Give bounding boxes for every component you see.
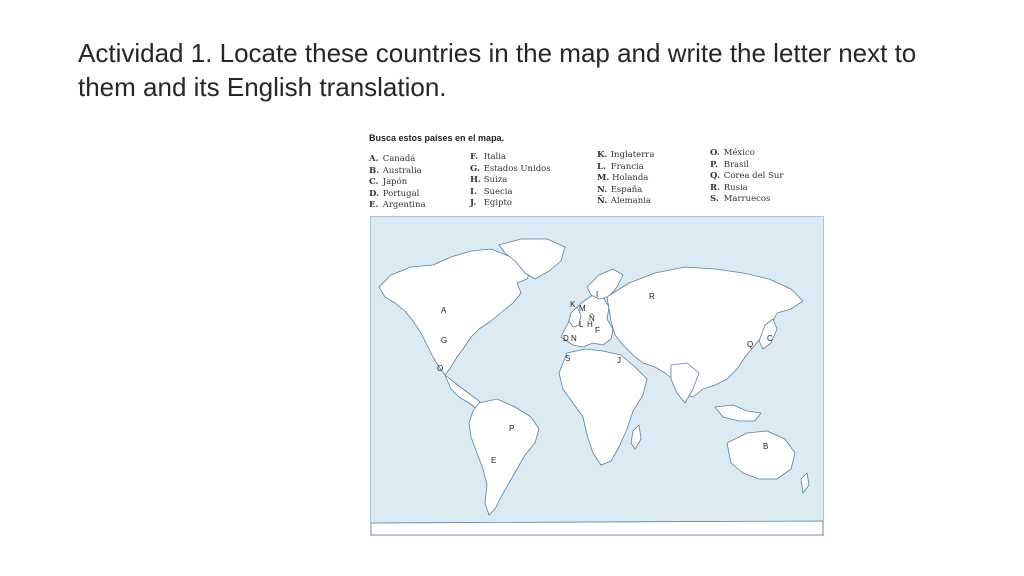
map-label-korea: Q	[747, 340, 753, 349]
continents	[371, 238, 823, 535]
antarctica-shape	[371, 520, 823, 535]
map-label-australia: B	[763, 442, 768, 451]
legend-item: K. Inglaterra	[597, 150, 655, 160]
legend-item: G. Estados Unidos	[470, 163, 551, 174]
map-label-usa: G	[441, 336, 447, 345]
legend-item: L. Francia	[597, 161, 644, 172]
legend-item: N. España	[597, 184, 643, 195]
legend-item: A. Canadá	[369, 154, 416, 164]
legend-item: Q. Corea del Sur	[710, 171, 784, 182]
map-label-mexico: O	[437, 364, 443, 373]
south-america-shape	[468, 398, 540, 516]
map-label-canada: A	[441, 306, 447, 315]
map-label-switzerland: H	[587, 320, 593, 329]
map-label-france: L	[579, 320, 584, 329]
world-map: A G O P E K M I Ñ L H F D N S J R Q C B	[370, 216, 824, 536]
worksheet-heading: Busca estos países en el mapa.	[369, 133, 505, 143]
map-label-italy: F	[595, 326, 600, 335]
map-label-japan: C	[767, 334, 773, 343]
legend-item: E. Argentina	[369, 200, 426, 211]
legend-item: I. Suecia	[470, 186, 513, 197]
legend-item: C. Japón	[369, 177, 408, 188]
india-shape	[670, 362, 700, 404]
legend-item: H. Suiza	[470, 175, 508, 186]
legend-column-2: F. Italia G. Estados Unidos H. Suiza I. …	[470, 152, 551, 210]
map-label-egypt: J	[617, 356, 621, 365]
map-label-uk: K	[570, 300, 576, 309]
map-label-russia: R	[649, 292, 655, 301]
australia-shape	[726, 430, 796, 480]
map-label-spain: N	[571, 334, 577, 343]
map-label-portugal: D	[563, 334, 569, 343]
legend-column-3: K. Inglaterra L. Francia M. Holanda N. E…	[597, 150, 654, 208]
legend-item: F. Italia	[470, 152, 507, 162]
legend-item: B. Australia	[369, 165, 422, 176]
new-zealand-shape	[800, 472, 810, 494]
legend-column-1: A. Canadá B. Australia C. Japón D. Portu…	[369, 154, 426, 212]
legend-item: J. Egipto	[470, 198, 513, 209]
legend-item: D. Portugal	[369, 188, 420, 199]
world-map-svg: A G O P E K M I Ñ L H F D N S J R Q C B	[371, 238, 823, 535]
legend-item: M. Holanda	[597, 173, 649, 184]
indonesia-shape	[714, 404, 762, 422]
map-label-argentina: E	[491, 456, 496, 465]
map-label-sweden: I	[596, 290, 598, 299]
madagascar-shape	[630, 424, 642, 450]
map-label-netherlands: M	[579, 304, 586, 313]
legend-item: O. México	[710, 148, 755, 158]
map-label-morocco: S	[565, 354, 570, 363]
legend-item: Ñ. Alemania	[597, 196, 651, 207]
north-america-shape	[378, 248, 532, 376]
slide-title: Actividad 1. Locate these countries in t…	[78, 38, 917, 102]
central-america-shape	[444, 374, 484, 410]
map-label-brazil: P	[509, 424, 514, 433]
legend-item: P. Brasil	[710, 159, 749, 170]
legend-column-4: O. México P. Brasil Q. Corea del Sur R. …	[710, 148, 783, 206]
worksheet-image: Busca estos países en el mapa. A. Canadá…	[362, 128, 826, 538]
legend-item: S. Marruecos	[710, 194, 771, 205]
legend-item: R. Rusia	[710, 182, 748, 193]
